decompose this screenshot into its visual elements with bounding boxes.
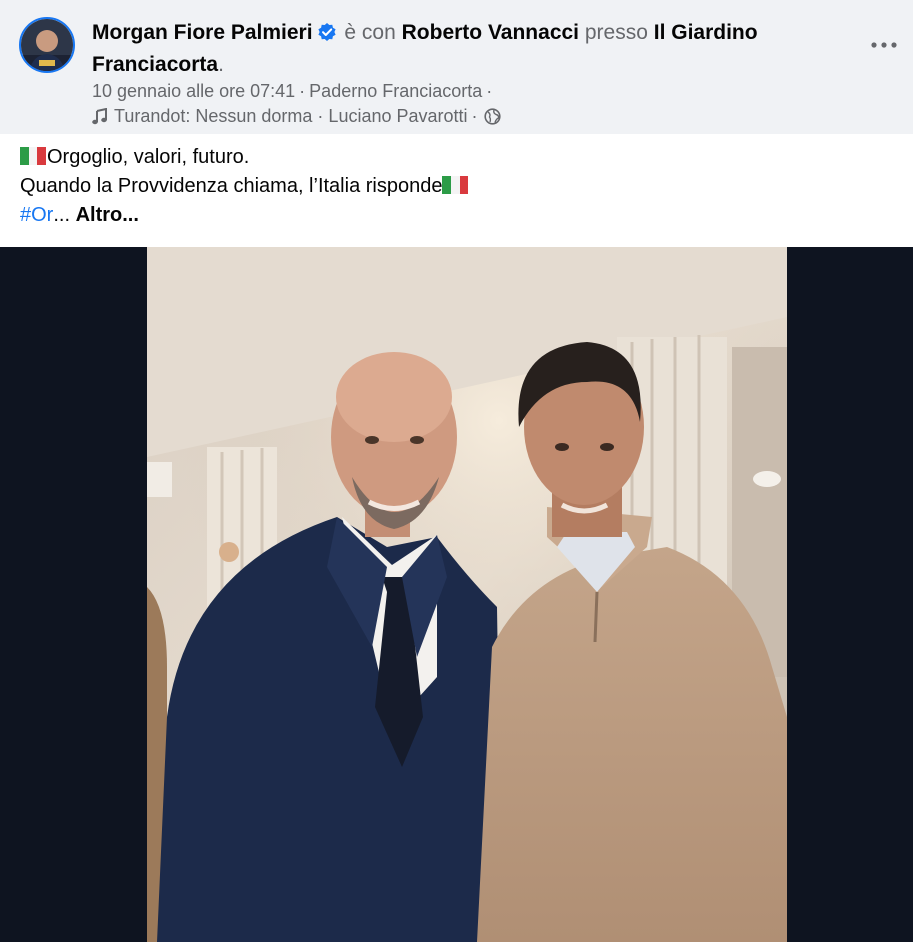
- music-note-icon: [92, 107, 108, 131]
- post-photo[interactable]: [147, 247, 787, 942]
- post-line-2-text: Quando la Provvidenza chiama, l’Italia r…: [20, 175, 443, 197]
- post-meta: 10 gennaio alle ore 07:41 · Paderno Franci…: [92, 79, 496, 103]
- tagged-person-link[interactable]: Roberto Vannacci: [402, 21, 579, 44]
- post-line-1: Orgoglio, valori, futuro.: [20, 143, 900, 172]
- italian-flag-icon: [442, 174, 469, 194]
- author-avatar[interactable]: [19, 17, 75, 73]
- post-line-2: Quando la Provvidenza chiama, l’Italia r…: [20, 172, 900, 201]
- post-timestamp-link[interactable]: 10 gennaio alle ore 07:41: [92, 81, 295, 101]
- post-title: Morgan Fiore Palmieri è con Roberto Vann…: [92, 18, 832, 79]
- meta-separator: ·: [471, 106, 478, 126]
- avatar-image: [21, 19, 73, 71]
- meta-separator: ·: [486, 81, 493, 101]
- music-meta: Turandot: Nessun dorma · Luciano Pavarot…: [92, 104, 501, 131]
- facebook-post: Morgan Fiore Palmieri è con Roberto Vann…: [0, 0, 913, 942]
- at-text: presso: [584, 21, 648, 44]
- more-options-icon: [871, 42, 897, 48]
- see-more-link[interactable]: Altro...: [76, 204, 139, 226]
- location-link[interactable]: Paderno Franciacorta: [309, 81, 482, 101]
- photo-container: [0, 247, 913, 942]
- meta-separator: ·: [299, 81, 306, 101]
- hashtag-link[interactable]: #Or: [20, 204, 53, 226]
- more-options-button[interactable]: [869, 30, 899, 60]
- post-text: Orgoglio, valori, futuro. Quando la Prov…: [20, 143, 900, 230]
- post-line-1-text: Orgoglio, valori, futuro.: [47, 146, 250, 168]
- with-text: è con: [344, 21, 396, 44]
- music-track-link[interactable]: Turandot: Nessun dorma · Luciano Pavarot…: [114, 106, 468, 126]
- title-period: .: [218, 53, 224, 76]
- verified-badge-icon: [317, 21, 337, 50]
- globe-icon[interactable]: [483, 107, 501, 131]
- author-name-link[interactable]: Morgan Fiore Palmieri: [92, 21, 313, 44]
- ellipsis: ...: [53, 204, 71, 226]
- post-header: Morgan Fiore Palmieri è con Roberto Vann…: [0, 0, 913, 134]
- italian-flag-icon: [20, 145, 46, 165]
- post-line-3: #Or... Altro...: [20, 201, 900, 230]
